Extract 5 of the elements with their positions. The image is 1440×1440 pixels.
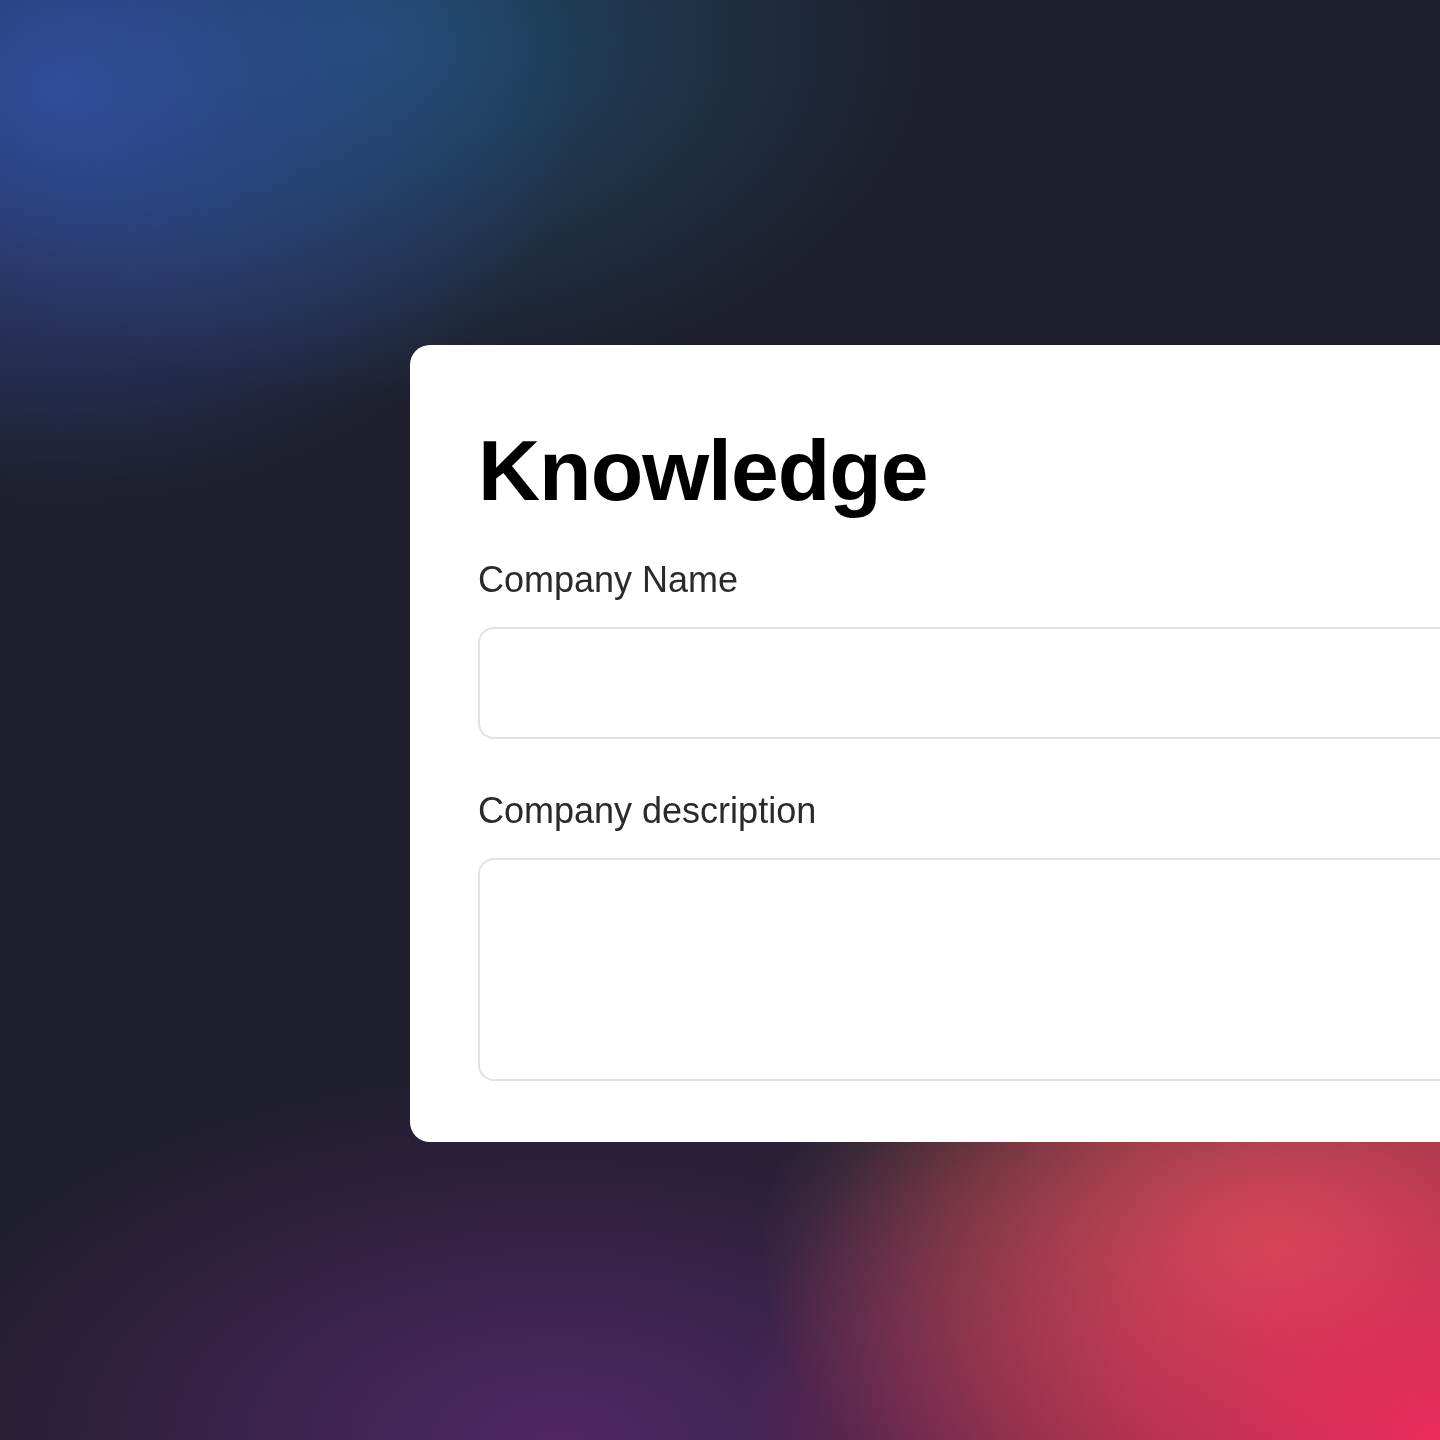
field-label: Company description: [478, 788, 817, 832]
text-input-field[interactable]: [478, 626, 1440, 739]
field-label: Company Name: [478, 557, 739, 601]
textarea-field[interactable]: [478, 857, 1440, 1081]
form-title: Knowledge: [478, 423, 928, 518]
